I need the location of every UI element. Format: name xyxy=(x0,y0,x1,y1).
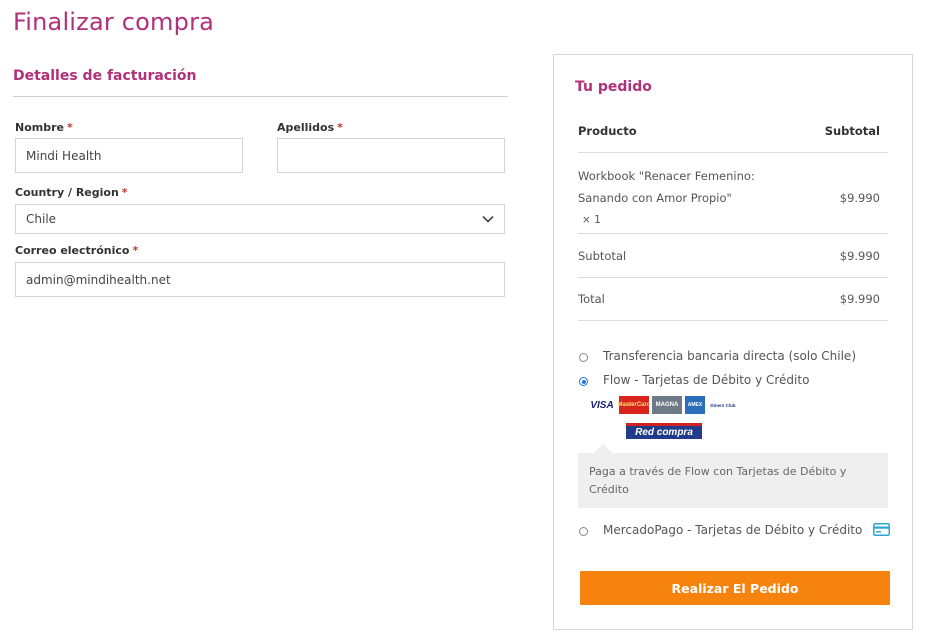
country-value: Chile xyxy=(26,212,57,226)
magna-logo: MAGNA xyxy=(652,396,682,414)
payment-label-mercadopago[interactable]: MercadoPago - Tarjetas de Débito y Crédi… xyxy=(603,523,862,537)
col-product: Producto xyxy=(578,124,637,138)
item-name-line1: Workbook "Renacer Femenino: xyxy=(578,169,755,183)
total-label: Total xyxy=(578,292,605,306)
divider xyxy=(578,233,888,234)
total-value: $9.990 xyxy=(839,292,880,306)
order-table-header: Producto Subtotal xyxy=(578,124,888,138)
subtotal-label: Subtotal xyxy=(578,249,627,263)
email-input[interactable] xyxy=(15,262,505,297)
item-quantity: × 1 xyxy=(582,214,601,226)
order-item: Workbook "Renacer Femenino: Sanando con … xyxy=(578,165,888,231)
first-name-label: Nombre * xyxy=(15,121,73,134)
diners-logo: Diners Club xyxy=(710,402,736,408)
card-logos: VISA MasterCard MAGNA AMEX Diners Club R… xyxy=(584,393,741,442)
flow-description: Paga a través de Flow con Tarjetas de Dé… xyxy=(578,444,888,508)
divider xyxy=(578,277,888,278)
billing-heading: Detalles de facturación xyxy=(13,68,508,97)
order-heading: Tu pedido xyxy=(575,79,652,95)
item-price: $9.990 xyxy=(839,191,880,205)
amex-logo: AMEX xyxy=(685,396,705,414)
email-label: Correo electrónico * xyxy=(15,244,139,257)
payment-radio-mercadopago[interactable] xyxy=(579,527,588,536)
country-label: Country / Region * xyxy=(15,186,128,199)
divider xyxy=(578,320,888,321)
first-name-input[interactable] xyxy=(15,138,243,173)
billing-section: Detalles de facturación xyxy=(13,68,508,97)
country-select[interactable]: Chile xyxy=(15,204,505,234)
order-panel: Tu pedido Producto Subtotal Workbook "Re… xyxy=(553,54,913,630)
subtotal-value: $9.990 xyxy=(839,249,880,263)
payment-radio-transfer[interactable] xyxy=(579,353,588,362)
mastercard-logo: MasterCard xyxy=(618,396,651,414)
page-title: Finalizar compra xyxy=(13,8,215,36)
chevron-down-icon xyxy=(482,212,494,226)
last-name-label: Apellidos * xyxy=(277,121,343,134)
last-name-input[interactable] xyxy=(277,138,505,173)
divider xyxy=(578,152,888,153)
subtotal-row: Subtotal $9.990 xyxy=(578,249,888,263)
payment-label-flow[interactable]: Flow - Tarjetas de Débito y Crédito xyxy=(603,373,809,387)
col-subtotal: Subtotal xyxy=(824,124,880,138)
redcompra-logo: Red compra xyxy=(626,423,702,439)
credit-card-icon xyxy=(873,523,890,541)
payment-label-transfer[interactable]: Transferencia bancaria directa (solo Chi… xyxy=(603,349,856,363)
payment-radio-flow[interactable] xyxy=(579,377,588,386)
total-row: Total $9.990 xyxy=(578,292,888,306)
place-order-button[interactable]: Realizar El Pedido xyxy=(580,571,890,605)
visa-logo: VISA xyxy=(590,399,614,411)
